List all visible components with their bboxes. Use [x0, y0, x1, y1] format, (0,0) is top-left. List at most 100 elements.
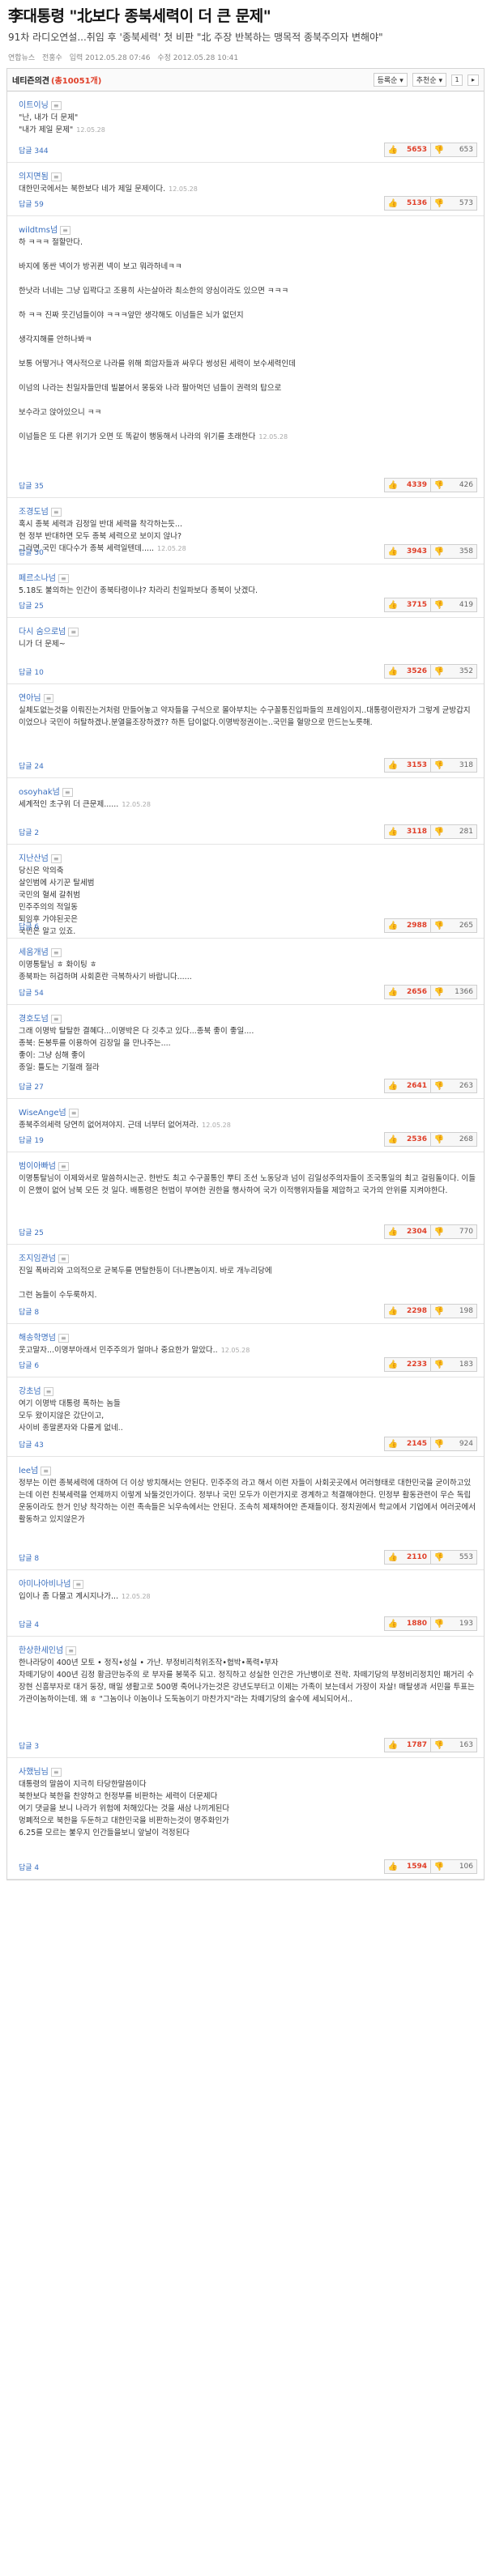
comment-author-tag-icon[interactable]: ≡ — [58, 1162, 69, 1171]
reply-link[interactable]: 답글 8 — [19, 1306, 39, 1317]
recommend-button[interactable]: 👍 5653 — [384, 143, 431, 157]
oppose-button[interactable]: 👎 653 — [430, 143, 477, 157]
oppose-button[interactable]: 👎 426 — [430, 478, 477, 492]
reply-link[interactable]: 답글 27 — [19, 1081, 44, 1092]
comment-author-name[interactable]: 경호도넘 — [19, 1015, 49, 1024]
reply-link[interactable]: 답글 25 — [19, 600, 44, 611]
reply-link[interactable]: 답글 4 — [19, 1619, 39, 1629]
recommend-button[interactable]: 👍 3715 — [384, 598, 431, 612]
page-number[interactable]: 1 — [451, 74, 463, 86]
reply-link[interactable]: 답글 54 — [19, 987, 44, 998]
recommend-button[interactable]: 👍 1787 — [384, 1738, 431, 1752]
reply-link[interactable]: 답글 4 — [19, 1862, 39, 1872]
comment-author-tag-icon[interactable]: ≡ — [43, 694, 54, 703]
comment-author-tag-icon[interactable]: ≡ — [58, 574, 69, 583]
comment-author-tag-icon[interactable]: ≡ — [50, 172, 62, 181]
recommend-button[interactable]: 👍 2233 — [384, 1357, 431, 1372]
oppose-button[interactable]: 👎 553 — [430, 1550, 477, 1565]
recommend-button[interactable]: 👍 2298 — [384, 1304, 431, 1318]
recommend-button[interactable]: 👍 5136 — [384, 196, 431, 211]
comment-author-tag-icon[interactable]: ≡ — [50, 1015, 62, 1024]
recommend-button[interactable]: 👍 2988 — [384, 918, 431, 933]
recommend-button[interactable]: 👍 3118 — [384, 824, 431, 839]
next-page-button[interactable]: ▸ — [468, 74, 479, 86]
reply-link[interactable]: 답글 19 — [19, 1135, 44, 1145]
oppose-button[interactable]: 👎 419 — [430, 598, 477, 612]
comment-author-name[interactable]: 범이아빠넘 — [19, 1162, 56, 1171]
reply-link[interactable]: 답글 6 — [19, 921, 39, 931]
oppose-button[interactable]: 👎 163 — [430, 1738, 477, 1752]
oppose-button[interactable]: 👎 770 — [430, 1224, 477, 1239]
oppose-button[interactable]: 👎 924 — [430, 1437, 477, 1451]
recommend-button[interactable]: 👍 2110 — [384, 1550, 431, 1565]
recommend-button[interactable]: 👍 1880 — [384, 1616, 431, 1631]
comment-author-name[interactable]: 조경도넘 — [19, 508, 49, 517]
comment-author-tag-icon[interactable]: ≡ — [50, 854, 62, 863]
recommend-button[interactable]: 👍 3526 — [384, 664, 431, 679]
recommend-button[interactable]: 👍 2641 — [384, 1079, 431, 1093]
oppose-button[interactable]: 👎 265 — [430, 918, 477, 933]
recommend-button[interactable]: 👍 2536 — [384, 1132, 431, 1147]
comment-author-tag-icon[interactable]: ≡ — [58, 1334, 69, 1343]
oppose-button[interactable]: 👎 1366 — [430, 985, 477, 999]
comment-author-name[interactable]: lee넘 — [19, 1467, 38, 1475]
sort-registration-select[interactable]: 등록순 ▾ — [373, 73, 408, 87]
comment-author-tag-icon[interactable]: ≡ — [41, 1467, 51, 1475]
comment-author-name[interactable]: WiseAnge넘 — [19, 1109, 66, 1118]
comment-author-tag-icon[interactable]: ≡ — [73, 1580, 84, 1589]
oppose-button[interactable]: 👎 183 — [430, 1357, 477, 1372]
reply-link[interactable]: 답글 8 — [19, 1552, 39, 1563]
reply-link[interactable]: 답글 24 — [19, 760, 44, 771]
comment-author-name[interactable]: 강초넘 — [19, 1387, 41, 1396]
sort-recommend-select[interactable]: 추천순 ▾ — [412, 73, 446, 87]
oppose-button[interactable]: 👎 352 — [430, 664, 477, 679]
comment-author-tag-icon[interactable]: ≡ — [50, 101, 62, 110]
oppose-button[interactable]: 👎 358 — [430, 544, 477, 559]
oppose-button[interactable]: 👎 106 — [430, 1859, 477, 1874]
reply-link[interactable]: 답글 30 — [19, 547, 44, 557]
reply-link[interactable]: 답글 2 — [19, 827, 39, 837]
comment-author-tag-icon[interactable]: ≡ — [68, 1109, 79, 1118]
comment-author-tag-icon[interactable]: ≡ — [43, 1387, 54, 1396]
comment-author-tag-icon[interactable]: ≡ — [60, 226, 70, 235]
meta-source[interactable]: 연합뉴스 — [8, 54, 35, 62]
comment-author-tag-icon[interactable]: ≡ — [66, 1646, 76, 1655]
oppose-button[interactable]: 👎 573 — [430, 196, 477, 211]
comment-author-name[interactable]: 의지면됨 — [19, 172, 49, 181]
oppose-button[interactable]: 👎 281 — [430, 824, 477, 839]
oppose-button[interactable]: 👎 193 — [430, 1616, 477, 1631]
recommend-button[interactable]: 👍 4339 — [384, 478, 431, 492]
recommend-button[interactable]: 👍 1594 — [384, 1859, 431, 1874]
reply-link[interactable]: 답글 3 — [19, 1740, 39, 1751]
oppose-button[interactable]: 👎 268 — [430, 1132, 477, 1147]
comment-author-name[interactable]: 연아님 — [19, 694, 41, 703]
comment-author-name[interactable]: 페르소나넘 — [19, 574, 56, 583]
oppose-button[interactable]: 👎 318 — [430, 758, 477, 773]
comment-author-name[interactable]: 해송학명넘 — [19, 1334, 56, 1343]
reply-link[interactable]: 답글 59 — [19, 198, 44, 209]
reply-link[interactable]: 답글 35 — [19, 480, 44, 491]
comment-author-tag-icon[interactable]: ≡ — [58, 1254, 69, 1263]
reply-link[interactable]: 답글 43 — [19, 1439, 44, 1450]
recommend-button[interactable]: 👍 3943 — [384, 544, 431, 559]
oppose-button[interactable]: 👎 198 — [430, 1304, 477, 1318]
reply-link[interactable]: 답글 10 — [19, 666, 44, 677]
comment-author-name[interactable]: 아미나아비나넘 — [19, 1580, 70, 1589]
comment-author-tag-icon[interactable]: ≡ — [68, 628, 79, 637]
comment-author-tag-icon[interactable]: ≡ — [50, 508, 62, 517]
comment-author-tag-icon[interactable]: ≡ — [50, 948, 62, 957]
recommend-button[interactable]: 👍 2145 — [384, 1437, 431, 1451]
comment-author-name[interactable]: 조지임관넘 — [19, 1254, 56, 1263]
comment-author-name[interactable]: 사했님님 — [19, 1768, 49, 1777]
comment-author-tag-icon[interactable]: ≡ — [50, 1768, 62, 1777]
comment-author-name[interactable]: 지난산넘 — [19, 854, 49, 863]
comment-author-name[interactable]: 이트이닝 — [19, 101, 49, 110]
comment-author-name[interactable]: 세움개념 — [19, 948, 49, 957]
comment-author-name[interactable]: wildtms넘 — [19, 226, 58, 235]
reply-link[interactable]: 답글 25 — [19, 1227, 44, 1237]
comment-author-tag-icon[interactable]: ≡ — [62, 788, 73, 797]
comment-author-name[interactable]: osoyhak넘 — [19, 788, 60, 797]
reply-link[interactable]: 답글 344 — [19, 145, 49, 155]
recommend-button[interactable]: 👍 2304 — [384, 1224, 431, 1239]
reply-link[interactable]: 답글 6 — [19, 1360, 39, 1370]
